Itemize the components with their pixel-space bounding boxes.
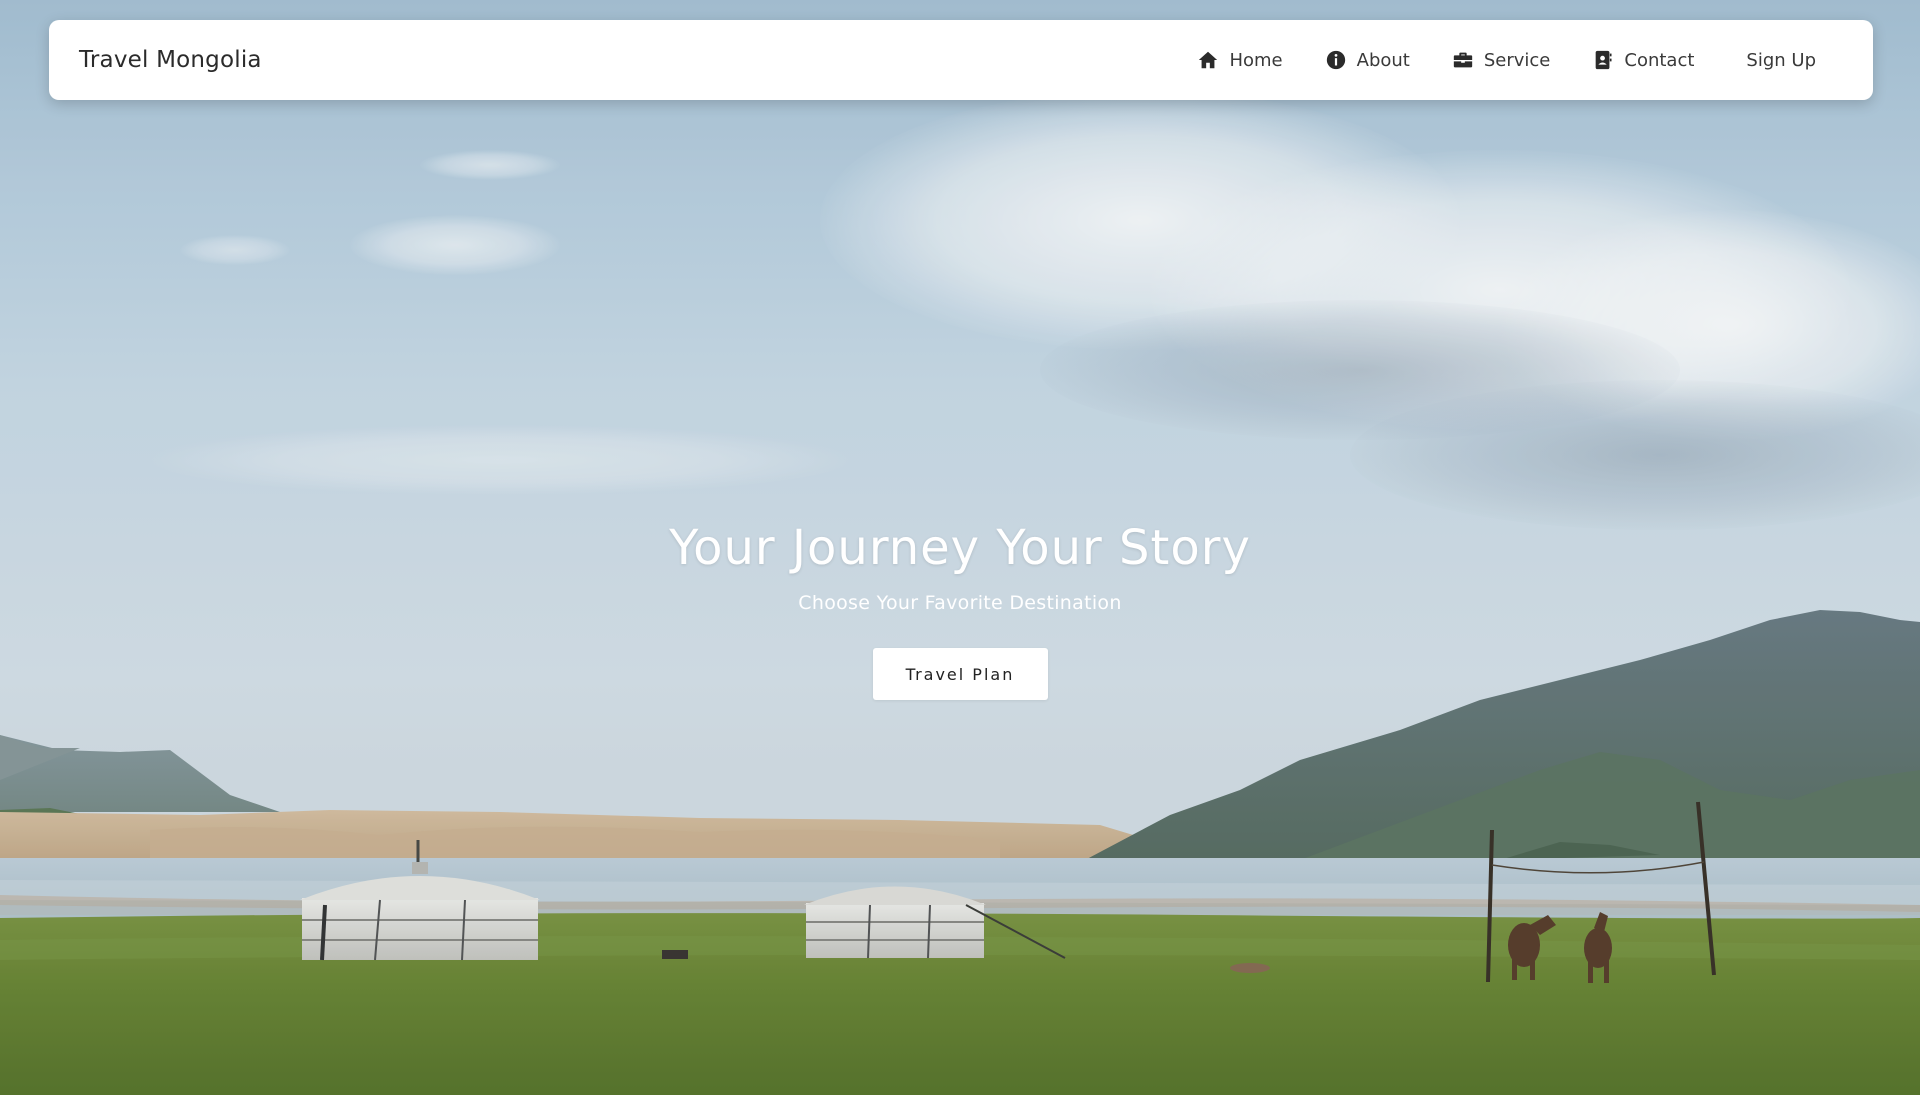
nav-links: Home About Service Contact Sign Up [1155, 49, 1816, 71]
contact-card-icon [1596, 50, 1612, 70]
brand-logo-link[interactable]: Travel Mongolia [79, 47, 262, 73]
nav-item-home[interactable]: Home [1197, 49, 1283, 71]
nav-item-label: Service [1483, 49, 1551, 71]
top-navbar: Travel Mongolia Home About Service Conta… [49, 20, 1873, 100]
nav-item-label: Home [1229, 49, 1283, 71]
briefcase-icon [1453, 52, 1473, 68]
nav-item-label: Contact [1624, 49, 1695, 71]
hero-title: Your Journey Your Story [669, 520, 1251, 576]
nav-item-label: About [1356, 49, 1410, 71]
home-icon [1199, 51, 1218, 69]
nav-item-contact[interactable]: Contact [1592, 49, 1694, 71]
hero-content: Your Journey Your Story Choose Your Favo… [0, 520, 1920, 700]
hero-subtitle: Choose Your Favorite Destination [798, 592, 1122, 614]
travel-plan-button[interactable]: Travel Plan [872, 648, 1048, 700]
sign-up-link[interactable]: Sign Up [1746, 50, 1816, 71]
info-icon [1326, 50, 1345, 70]
nav-item-about[interactable]: About [1325, 49, 1410, 71]
nav-item-service[interactable]: Service [1452, 49, 1551, 71]
